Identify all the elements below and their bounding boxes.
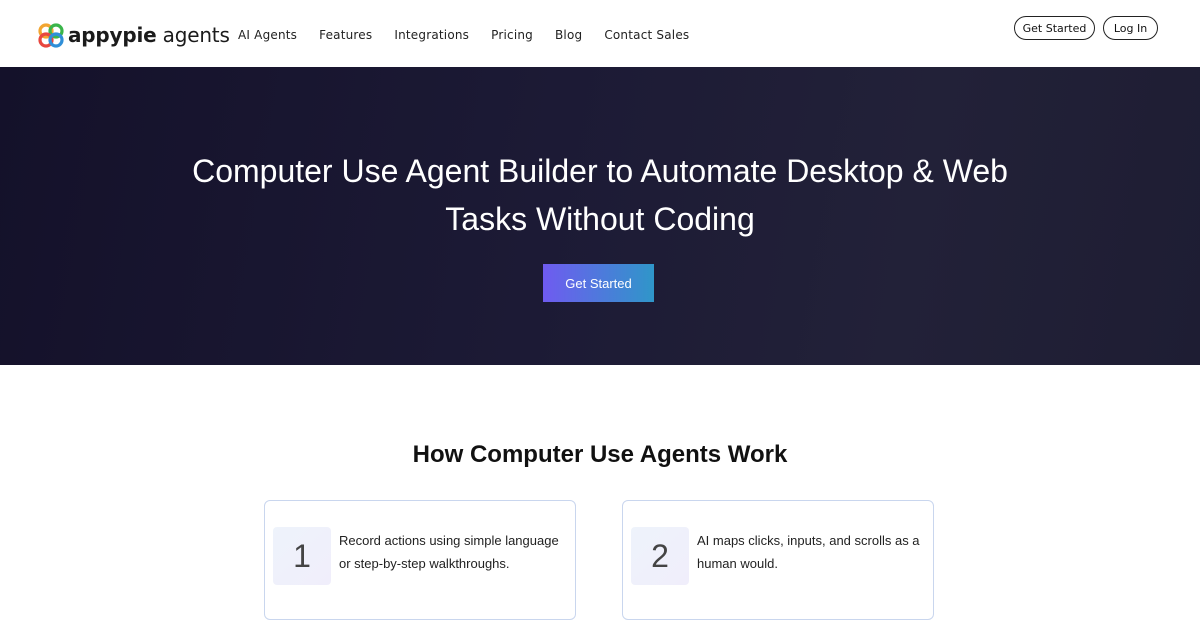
appypie-logo-icon — [38, 23, 64, 48]
logo-text: appypie agents — [68, 23, 230, 47]
nav-item-ai-agents[interactable]: AI Agents — [238, 28, 297, 42]
main-nav: AI Agents Features Integrations Pricing … — [238, 28, 711, 42]
step-description: Record actions using simple language or … — [339, 533, 559, 571]
nav-item-blog[interactable]: Blog — [555, 28, 582, 42]
step-number-badge: 1 — [273, 527, 331, 585]
header-login-button[interactable]: Log In — [1103, 16, 1158, 40]
how-it-works-title: How Computer Use Agents Work — [412, 441, 788, 468]
step-number-badge: 2 — [631, 527, 689, 585]
step-card-1: 1 Record actions using simple language o… — [264, 500, 576, 620]
hero-title-line-2: Tasks Without Coding — [445, 201, 755, 237]
logo-suffix: agents — [156, 23, 230, 47]
hero-title-line-1: Computer Use Agent Builder to Automate D… — [192, 153, 1008, 189]
nav-item-features[interactable]: Features — [319, 28, 372, 42]
hero-get-started-button[interactable]: Get Started — [543, 264, 654, 302]
step-card-2: 2 AI maps clicks, inputs, and scrolls as… — [622, 500, 934, 620]
site-header: appypie agents AI Agents Features Integr… — [0, 0, 1200, 67]
header-get-started-button[interactable]: Get Started — [1014, 16, 1095, 40]
hero-section: Computer Use Agent Builder to Automate D… — [0, 67, 1200, 365]
nav-item-integrations[interactable]: Integrations — [394, 28, 469, 42]
step-description: AI maps clicks, inputs, and scrolls as a… — [697, 533, 920, 571]
logo[interactable]: appypie agents — [38, 22, 230, 48]
logo-brand: appypie — [68, 23, 157, 47]
nav-item-contact-sales[interactable]: Contact Sales — [604, 28, 689, 42]
hero-title: Computer Use Agent Builder to Automate D… — [0, 147, 1200, 243]
nav-item-pricing[interactable]: Pricing — [491, 28, 533, 42]
